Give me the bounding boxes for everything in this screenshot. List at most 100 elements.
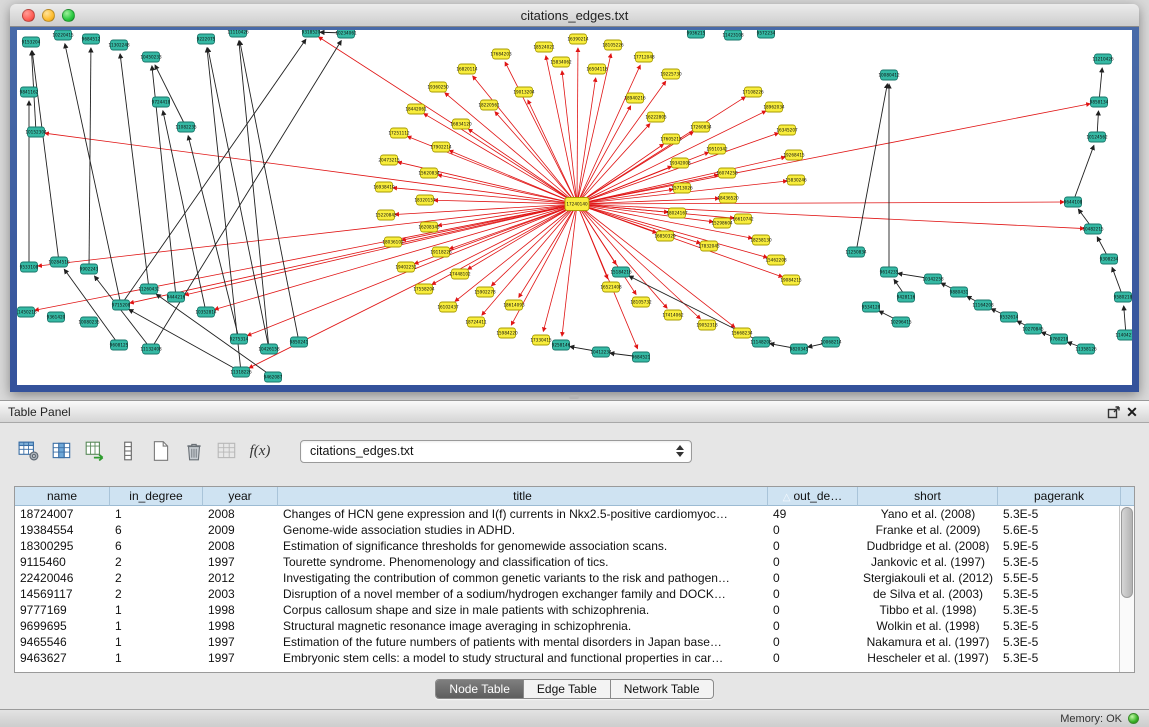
- table-locked-icon[interactable]: [214, 438, 240, 464]
- graph-node[interactable]: 15834062: [550, 57, 572, 67]
- graph-node[interactable]: 9534128: [862, 302, 881, 312]
- graph-edge[interactable]: [577, 204, 713, 222]
- minimize-window-icon[interactable]: [42, 9, 55, 22]
- graph-node[interactable]: 10080235: [78, 317, 100, 327]
- graph-node[interactable]: 16610742: [732, 214, 754, 224]
- graph-node[interactable]: 9880431: [950, 287, 969, 297]
- column-header-short[interactable]: short: [858, 487, 998, 506]
- graph-node[interactable]: 17712048: [633, 52, 655, 62]
- column-header-year[interactable]: year: [203, 487, 278, 506]
- graph-edge[interactable]: [208, 48, 269, 349]
- table-row[interactable]: 969969511998Structural magnetic resonanc…: [15, 618, 1134, 634]
- graph-edge[interactable]: [455, 204, 577, 301]
- graph-node[interactable]: 11404215: [1115, 330, 1132, 340]
- table-row[interactable]: 1456911722003Disruption of a novel membe…: [15, 586, 1134, 602]
- graph-node[interactable]: 9841162: [20, 87, 39, 97]
- graph-node[interactable]: 18724411: [465, 317, 487, 327]
- graph-edge[interactable]: [215, 204, 577, 309]
- graph-edge[interactable]: [577, 81, 666, 204]
- graph-edge[interactable]: [207, 48, 241, 372]
- graph-node[interactable]: 9428116: [897, 292, 916, 302]
- close-panel-icon[interactable]: ✕: [1123, 404, 1141, 420]
- graph-node[interactable]: 10426158: [258, 344, 280, 354]
- graph-node[interactable]: 9608125: [110, 340, 129, 350]
- graph-node[interactable]: 11450218: [17, 307, 37, 317]
- graph-node[interactable]: 15220843: [375, 210, 397, 220]
- graph-node[interactable]: 17684203: [490, 49, 512, 59]
- graph-node[interactable]: 20473215: [378, 155, 400, 165]
- graph-node[interactable]: 10412234: [590, 347, 612, 357]
- column-header-pagerank[interactable]: pagerank: [998, 487, 1121, 506]
- splitter-handle[interactable]: [569, 395, 579, 399]
- graph-node[interactable]: 9614235: [880, 267, 899, 277]
- graph-node[interactable]: 18940216: [624, 93, 646, 103]
- delete-table-icon[interactable]: [181, 438, 207, 464]
- graph-node[interactable]: 9318520: [302, 30, 321, 37]
- graph-node[interactable]: 17832045: [698, 241, 720, 251]
- show-columns-icon[interactable]: [49, 438, 75, 464]
- graph-edge[interactable]: [120, 54, 149, 289]
- graph-node[interactable]: 10234061: [335, 30, 357, 38]
- new-table-icon[interactable]: [148, 438, 174, 464]
- graph-edge[interactable]: [163, 111, 206, 312]
- graph-node[interactable]: 16504118: [586, 64, 608, 74]
- table-selector-dropdown[interactable]: citations_edges.txt: [300, 440, 692, 463]
- graph-node[interactable]: 10450233: [140, 52, 162, 62]
- row-tools-icon[interactable]: [115, 438, 141, 464]
- graph-node[interactable]: 19118226: [430, 247, 452, 257]
- graph-node[interactable]: 15620834: [418, 168, 440, 178]
- table-row[interactable]: 1872400712008Changes of HCN gene express…: [15, 506, 1134, 522]
- graph-edge[interactable]: [495, 112, 577, 204]
- tab-network-table[interactable]: Network Table: [611, 680, 713, 698]
- graph-node[interactable]: 11164208: [972, 300, 994, 310]
- graph-node[interactable]: 15668234: [731, 328, 753, 338]
- graph-node[interactable]: 9936215: [687, 30, 706, 38]
- graph-node[interactable]: 11318226: [230, 367, 252, 377]
- column-header-title[interactable]: title: [278, 487, 768, 506]
- import-table-icon[interactable]: [82, 438, 108, 464]
- graph-node[interactable]: 9258146: [552, 340, 571, 350]
- graph-node[interactable]: 19342008: [669, 158, 691, 168]
- graph-node[interactable]: 16390214: [567, 34, 589, 44]
- graph-edge[interactable]: [319, 37, 577, 204]
- graph-node[interactable]: 9715208: [112, 300, 131, 310]
- graph-edge[interactable]: [577, 106, 631, 204]
- graph-edge[interactable]: [151, 41, 341, 349]
- graph-node[interactable]: 9308234: [1100, 254, 1119, 264]
- graph-node[interactable]: 10296415: [890, 317, 912, 327]
- graph-node[interactable]: 19084215: [780, 275, 802, 285]
- graph-node[interactable]: 18220561: [478, 100, 500, 110]
- network-view[interactable]: 1724014018524021176842031682011419360250…: [17, 30, 1132, 385]
- column-header-in-degree[interactable]: in_degree: [110, 487, 203, 506]
- graph-edge[interactable]: [562, 71, 577, 204]
- graph-node[interactable]: 19510342: [706, 144, 728, 154]
- graph-edge[interactable]: [577, 54, 611, 204]
- table-row[interactable]: 911546021997Tourette syndrome. Phenomeno…: [15, 554, 1134, 570]
- graph-node[interactable]: 9533108: [20, 262, 39, 272]
- vertical-scrollbar[interactable]: [1119, 506, 1134, 672]
- table-row[interactable]: 2242004622012Investigating the contribut…: [15, 570, 1134, 586]
- graph-node[interactable]: 16938410: [373, 182, 395, 192]
- graph-node[interactable]: 16074258: [716, 168, 738, 178]
- graph-node[interactable]: 17260834: [690, 122, 712, 132]
- graph-node[interactable]: 15984220: [496, 328, 518, 338]
- graph-node[interactable]: 9902243: [80, 264, 99, 274]
- graph-node[interactable]: 10270845: [1022, 324, 1044, 334]
- graph-node[interactable]: 17330415: [530, 335, 552, 345]
- graph-edge[interactable]: [577, 78, 596, 204]
- graph-node[interactable]: 17240140: [565, 198, 589, 211]
- graph-node[interactable]: 16102437: [437, 302, 459, 312]
- graph-node[interactable]: 18320157: [414, 195, 436, 205]
- graph-node[interactable]: 17558204: [413, 284, 435, 294]
- column-header-out-degree[interactable]: △out_de…: [768, 487, 858, 506]
- table-row[interactable]: 1938455462009Genome-wide association stu…: [15, 522, 1134, 538]
- graph-edge[interactable]: [856, 84, 887, 252]
- tab-node-table[interactable]: Node Table: [436, 680, 524, 698]
- graph-edge[interactable]: [449, 150, 577, 204]
- graph-edge[interactable]: [45, 133, 577, 204]
- graph-node[interactable]: 19013204: [513, 87, 535, 97]
- graph-node[interactable]: 18436520: [717, 193, 739, 203]
- graph-node[interactable]: 9275314: [230, 334, 249, 344]
- graph-node[interactable]: 15830246: [785, 175, 807, 185]
- graph-node[interactable]: 18258130: [750, 235, 772, 245]
